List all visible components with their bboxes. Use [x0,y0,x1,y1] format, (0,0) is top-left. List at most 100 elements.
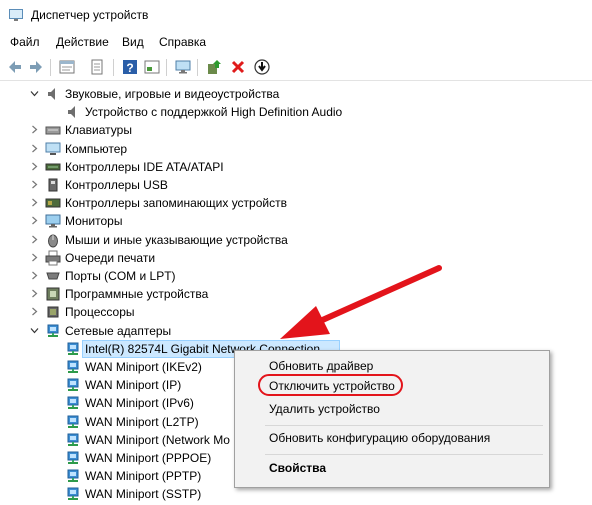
chevron-right-icon[interactable] [30,289,39,298]
processor-icon [45,304,61,320]
speaker-icon [45,86,61,102]
menu-bar: Файл Действие Вид Справка [0,31,592,53]
speaker-icon [65,104,81,120]
monitor-scan-icon[interactable] [174,58,192,76]
network-icon [65,377,81,393]
chevron-right-icon[interactable] [30,307,39,316]
menu-file[interactable]: Файл [10,35,40,49]
tree-category[interactable]: Контроллеры запоминающих устройств [0,194,592,212]
tree-category[interactable]: Контроллеры IDE ATA/ATAPI [0,158,592,176]
view-icon[interactable] [143,58,161,76]
tree-item-label: Мониторы [65,214,123,229]
tree-item-label: Компьютер [65,141,128,156]
menu-item-label: Удалить устройство [269,402,380,416]
toolbar-separator [166,59,167,76]
svg-text:?: ? [126,61,133,75]
tree-category[interactable]: Мыши и иные указывающие устройства [0,231,592,249]
network-icon [65,341,81,357]
chevron-right-icon[interactable] [30,144,39,153]
network-icon [65,395,81,411]
mouse-icon [45,232,61,248]
tree-item-label: WAN Miniport (Network Mo [85,432,230,447]
usb-icon [45,177,61,193]
chevron-right-icon[interactable] [30,235,39,244]
toolbar: ? [0,54,592,81]
ide-controller-icon [45,159,61,175]
device-manager-icon [9,9,23,21]
update-driver-icon[interactable] [205,58,223,76]
network-icon [65,414,81,430]
chevron-right-icon[interactable] [30,162,39,171]
menu-action[interactable]: Действие [56,35,109,49]
tree-item[interactable]: WAN Miniport (SSTP) [0,485,592,503]
menu-item-label: Обновить драйвер [269,359,374,373]
menu-item-scan-hardware[interactable]: Обновить конфигурацию оборудования [235,427,549,449]
storage-controller-icon [45,195,61,211]
toolbar-separator [113,59,114,76]
forward-icon[interactable] [27,58,45,76]
keyboard-icon [45,122,61,138]
menu-separator [265,454,543,455]
tree-item-label: Контроллеры USB [65,178,168,192]
tree-category[interactable]: Компьютер [0,140,592,158]
tree-category[interactable]: Клавиатуры [0,121,592,139]
tree-item[interactable]: Устройство с поддержкой High Definition … [0,103,592,121]
tree-item-label: Контроллеры запоминающих устройств [65,196,287,211]
tree-category[interactable]: Сетевые адаптеры [0,322,592,340]
chevron-right-icon[interactable] [30,180,39,189]
tree-item-label: WAN Miniport (SSTP) [85,487,202,502]
tree-item-label: WAN Miniport (PPPOE) [85,451,212,465]
menu-help[interactable]: Справка [159,35,206,49]
network-icon [45,323,61,339]
tree-item-label: Клавиатуры [65,123,132,138]
chevron-down-icon[interactable] [30,326,39,335]
tree-item-label: WAN Miniport (PPTP) [85,469,202,484]
tree-category[interactable]: Программные устройства [0,285,592,303]
chevron-right-icon[interactable] [30,125,39,134]
menu-item-label: Обновить конфигурацию оборудования [269,431,491,445]
download-icon[interactable] [253,58,271,76]
tree-category[interactable]: Мониторы [0,212,592,230]
network-icon [65,359,81,375]
tree-item-label: Звуковые, игровые и видеоустройства [65,87,280,101]
tree-item-label: Очереди печати [65,250,156,265]
highlight-ring [258,374,403,396]
tree-category[interactable]: Звуковые, игровые и видеоустройства [0,85,592,103]
back-icon[interactable] [6,58,24,76]
chevron-right-icon[interactable] [30,253,39,262]
menu-separator [265,425,543,426]
toolbar-separator [50,59,51,76]
chevron-right-icon[interactable] [30,271,39,280]
chevron-right-icon[interactable] [30,216,39,225]
tree-item-label: WAN Miniport (L2TP) [85,414,199,429]
network-icon [65,468,81,484]
monitor-icon [45,213,61,229]
tree-category[interactable]: Очереди печати [0,249,592,267]
tree-item-label: Устройство с поддержкой High Definition … [85,105,343,120]
tree-category[interactable]: Порты (COM и LPT) [0,267,592,285]
help-icon[interactable]: ? [121,58,139,76]
printer-icon [45,250,61,266]
tree-item-label: Порты (COM и LPT) [65,269,176,283]
title-bar: Диспетчер устройств [0,0,592,31]
uninstall-icon[interactable] [229,58,247,76]
software-device-icon [45,286,61,302]
menu-item-uninstall-device[interactable]: Удалить устройство [235,398,549,420]
tree-item-label: Мыши и иные указывающие устройства [65,232,288,247]
context-menu: Обновить драйвер Отключить устройство Уд… [234,350,550,488]
port-icon [45,268,61,284]
tree-category[interactable]: Процессоры [0,303,592,321]
menu-view[interactable]: Вид [122,35,144,49]
window-title: Диспетчер устройств [31,8,149,22]
properties-icon[interactable] [58,58,76,76]
device-list-icon[interactable] [88,58,106,76]
chevron-down-icon[interactable] [30,89,39,98]
toolbar-separator [197,59,198,76]
menu-item-properties[interactable]: Свойства [235,457,549,479]
tree-item-label: Программные устройства [65,287,209,302]
tree-item-label: Процессоры [65,305,135,320]
tree-category[interactable]: Контроллеры USB [0,176,592,194]
network-icon [65,432,81,448]
tree-item-label: WAN Miniport (IP) [85,378,182,393]
chevron-right-icon[interactable] [30,198,39,207]
